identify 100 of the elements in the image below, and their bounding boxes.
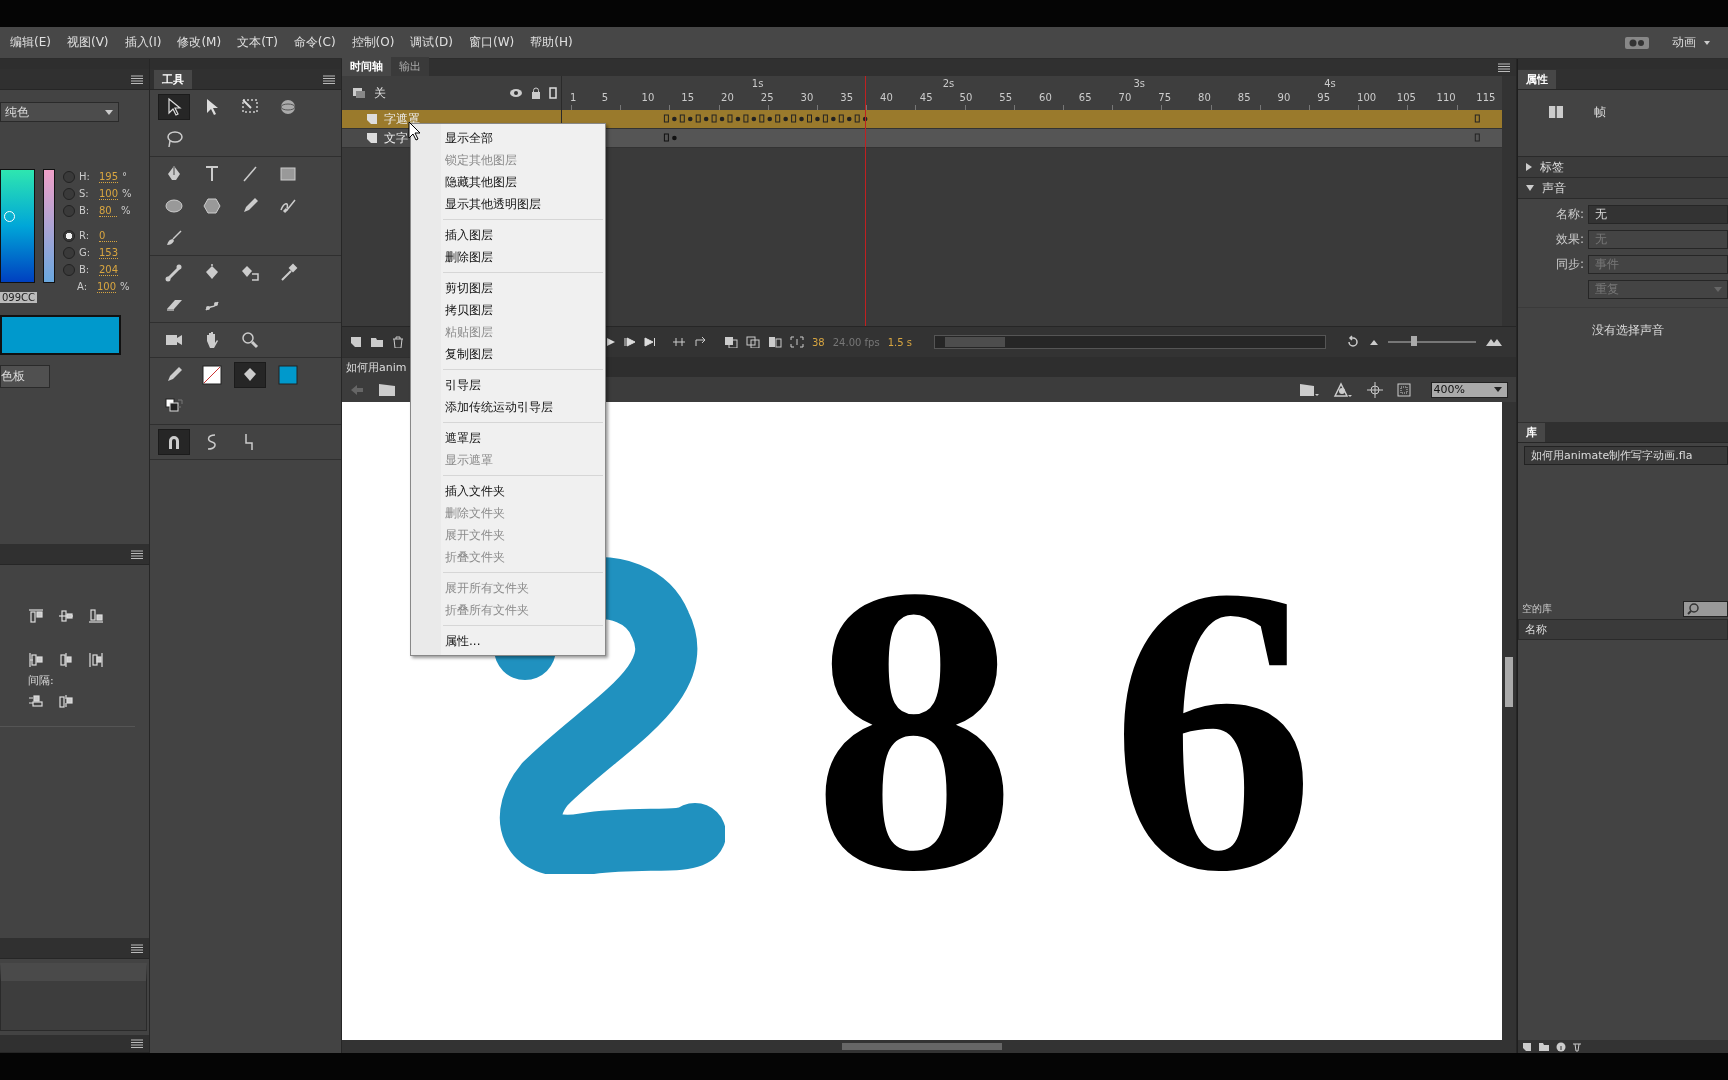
- panel-menu-icon[interactable]: [1498, 63, 1510, 72]
- color-picker-field[interactable]: [0, 169, 35, 283]
- menu-item[interactable]: 属性...: [411, 630, 605, 652]
- panel-tab[interactable]: 时间轴: [342, 57, 391, 76]
- menu-item[interactable]: 窗口(W): [459, 34, 521, 51]
- radio-button[interactable]: [63, 204, 75, 217]
- loop-icon[interactable]: [672, 336, 686, 348]
- refresh-icon[interactable]: [1345, 335, 1360, 349]
- step-forward-icon[interactable]: [624, 337, 636, 347]
- radio-button[interactable]: [63, 170, 75, 183]
- zoom-dropdown[interactable]: 400%: [1430, 381, 1508, 398]
- value-field[interactable]: 153: [99, 246, 119, 259]
- center-stage-icon[interactable]: [1366, 381, 1383, 398]
- onion-outline-icon[interactable]: [746, 336, 760, 348]
- sync-settings-icon[interactable]: [1624, 35, 1650, 50]
- section-header[interactable]: 声音: [1518, 178, 1728, 199]
- panel-tab[interactable]: 输出: [391, 57, 429, 76]
- scrollbar[interactable]: [1502, 402, 1516, 1040]
- symbol-icon[interactable]: [1332, 381, 1353, 398]
- panel-menu-icon[interactable]: [131, 1039, 143, 1048]
- menu-item[interactable]: 控制(O): [341, 34, 401, 51]
- play-icon[interactable]: [606, 337, 616, 347]
- fill-type-dropdown[interactable]: 纯色: [0, 102, 119, 122]
- align-bottom-icon[interactable]: [88, 609, 104, 623]
- value-field[interactable]: 100: [97, 280, 117, 293]
- menu-item[interactable]: 视图(V): [56, 34, 115, 51]
- outline-icon[interactable]: [549, 87, 557, 99]
- panel-tab[interactable]: 属性: [1518, 70, 1556, 89]
- menu-item[interactable]: 插入图层: [411, 224, 605, 246]
- distribute-center-icon[interactable]: [58, 652, 74, 668]
- last-frame-icon[interactable]: [644, 337, 656, 347]
- distribute-right-icon[interactable]: [88, 652, 104, 668]
- trash-icon[interactable]: [1572, 1041, 1582, 1052]
- scrollbar[interactable]: [933, 335, 1326, 349]
- value-field[interactable]: 195: [99, 170, 119, 183]
- panel-menu-icon[interactable]: [131, 943, 143, 953]
- input-field[interactable]: 无: [1588, 205, 1728, 224]
- menu-item[interactable]: 删除图层: [411, 246, 605, 268]
- menu-item[interactable]: 剪切图层: [411, 277, 605, 299]
- panel-tab[interactable]: 库: [1518, 423, 1545, 442]
- align-top-icon[interactable]: [28, 609, 44, 623]
- menu-item[interactable]: 文本(T): [227, 34, 284, 51]
- eye-icon[interactable]: [509, 88, 523, 98]
- magnet-icon[interactable]: [158, 429, 190, 455]
- radio-button[interactable]: [63, 229, 75, 242]
- menu-item[interactable]: 引导层: [411, 374, 605, 396]
- markers-icon[interactable]: [790, 336, 804, 348]
- menu-item[interactable]: 帮助(H): [520, 34, 579, 51]
- lock-icon[interactable]: [531, 87, 541, 99]
- menu-item[interactable]: 拷贝图层: [411, 299, 605, 321]
- menu-item[interactable]: 修改(M): [167, 34, 228, 51]
- menu-item[interactable]: 添加传统运动引导层: [411, 396, 605, 418]
- disclosure-icon[interactable]: [1526, 185, 1534, 191]
- zoom-slider[interactable]: [1411, 336, 1418, 346]
- align-middle-icon[interactable]: [58, 609, 74, 623]
- panel-menu-icon[interactable]: [131, 549, 143, 559]
- trash-icon[interactable]: [392, 336, 404, 348]
- radio-button[interactable]: [63, 263, 75, 276]
- document-dropdown[interactable]: 如何用animate制作写字动画.fla: [1524, 446, 1728, 465]
- menu-item[interactable]: 插入文件夹: [411, 480, 605, 502]
- distribute-left-icon[interactable]: [28, 652, 44, 668]
- menu-item[interactable]: 插入(I): [114, 34, 168, 51]
- space-horizontal-icon[interactable]: [58, 694, 74, 708]
- new-symbol-icon[interactable]: [1522, 1041, 1532, 1052]
- scrollbar[interactable]: [342, 1040, 1516, 1053]
- onion-skin-icon[interactable]: [724, 336, 738, 348]
- value-field[interactable]: 100: [99, 187, 119, 200]
- workspace-menu[interactable]: 动画: [1672, 34, 1710, 51]
- edit-frames-icon[interactable]: [768, 336, 782, 348]
- menu-item[interactable]: 显示其他透明图层: [411, 193, 605, 215]
- menu-item[interactable]: 命令(C): [283, 34, 342, 51]
- folder-icon[interactable]: [370, 336, 384, 348]
- clip-icon[interactable]: [1396, 382, 1411, 397]
- radio-button[interactable]: [63, 246, 75, 259]
- add-swatch-button[interactable]: 色板: [0, 365, 50, 388]
- panel-menu-icon[interactable]: [323, 74, 335, 84]
- return-arrow-icon[interactable]: [694, 336, 708, 348]
- elapsed-time[interactable]: 1.5 s: [887, 336, 912, 348]
- disclosure-icon[interactable]: [1526, 163, 1532, 171]
- space-vertical-icon[interactable]: [28, 694, 44, 708]
- info-icon[interactable]: [1556, 1041, 1566, 1052]
- panel-tab[interactable]: 工具: [154, 70, 192, 89]
- column-header[interactable]: 名称: [1518, 619, 1728, 640]
- large-mountain-icon[interactable]: [1485, 338, 1502, 346]
- menu-item[interactable]: 编辑(E): [0, 34, 57, 51]
- menu-item[interactable]: 调试(D): [400, 34, 460, 51]
- menu-item[interactable]: 遮罩层: [411, 427, 605, 449]
- value-field[interactable]: 0: [99, 229, 117, 242]
- value-field[interactable]: 80: [99, 204, 117, 217]
- menu-item[interactable]: 隐藏其他图层: [411, 171, 605, 193]
- small-mountain-icon[interactable]: [1369, 339, 1378, 345]
- search-field[interactable]: [1683, 601, 1728, 617]
- hex-field[interactable]: 099CC: [0, 292, 38, 303]
- current-frame[interactable]: 38: [812, 336, 825, 348]
- value-field[interactable]: 204: [99, 263, 119, 276]
- scrollbar[interactable]: [1502, 76, 1516, 326]
- radio-button[interactable]: [63, 187, 75, 200]
- section-header[interactable]: 标签: [1518, 157, 1728, 178]
- panel-menu-icon[interactable]: [131, 74, 143, 84]
- new-layer-icon[interactable]: [350, 336, 362, 348]
